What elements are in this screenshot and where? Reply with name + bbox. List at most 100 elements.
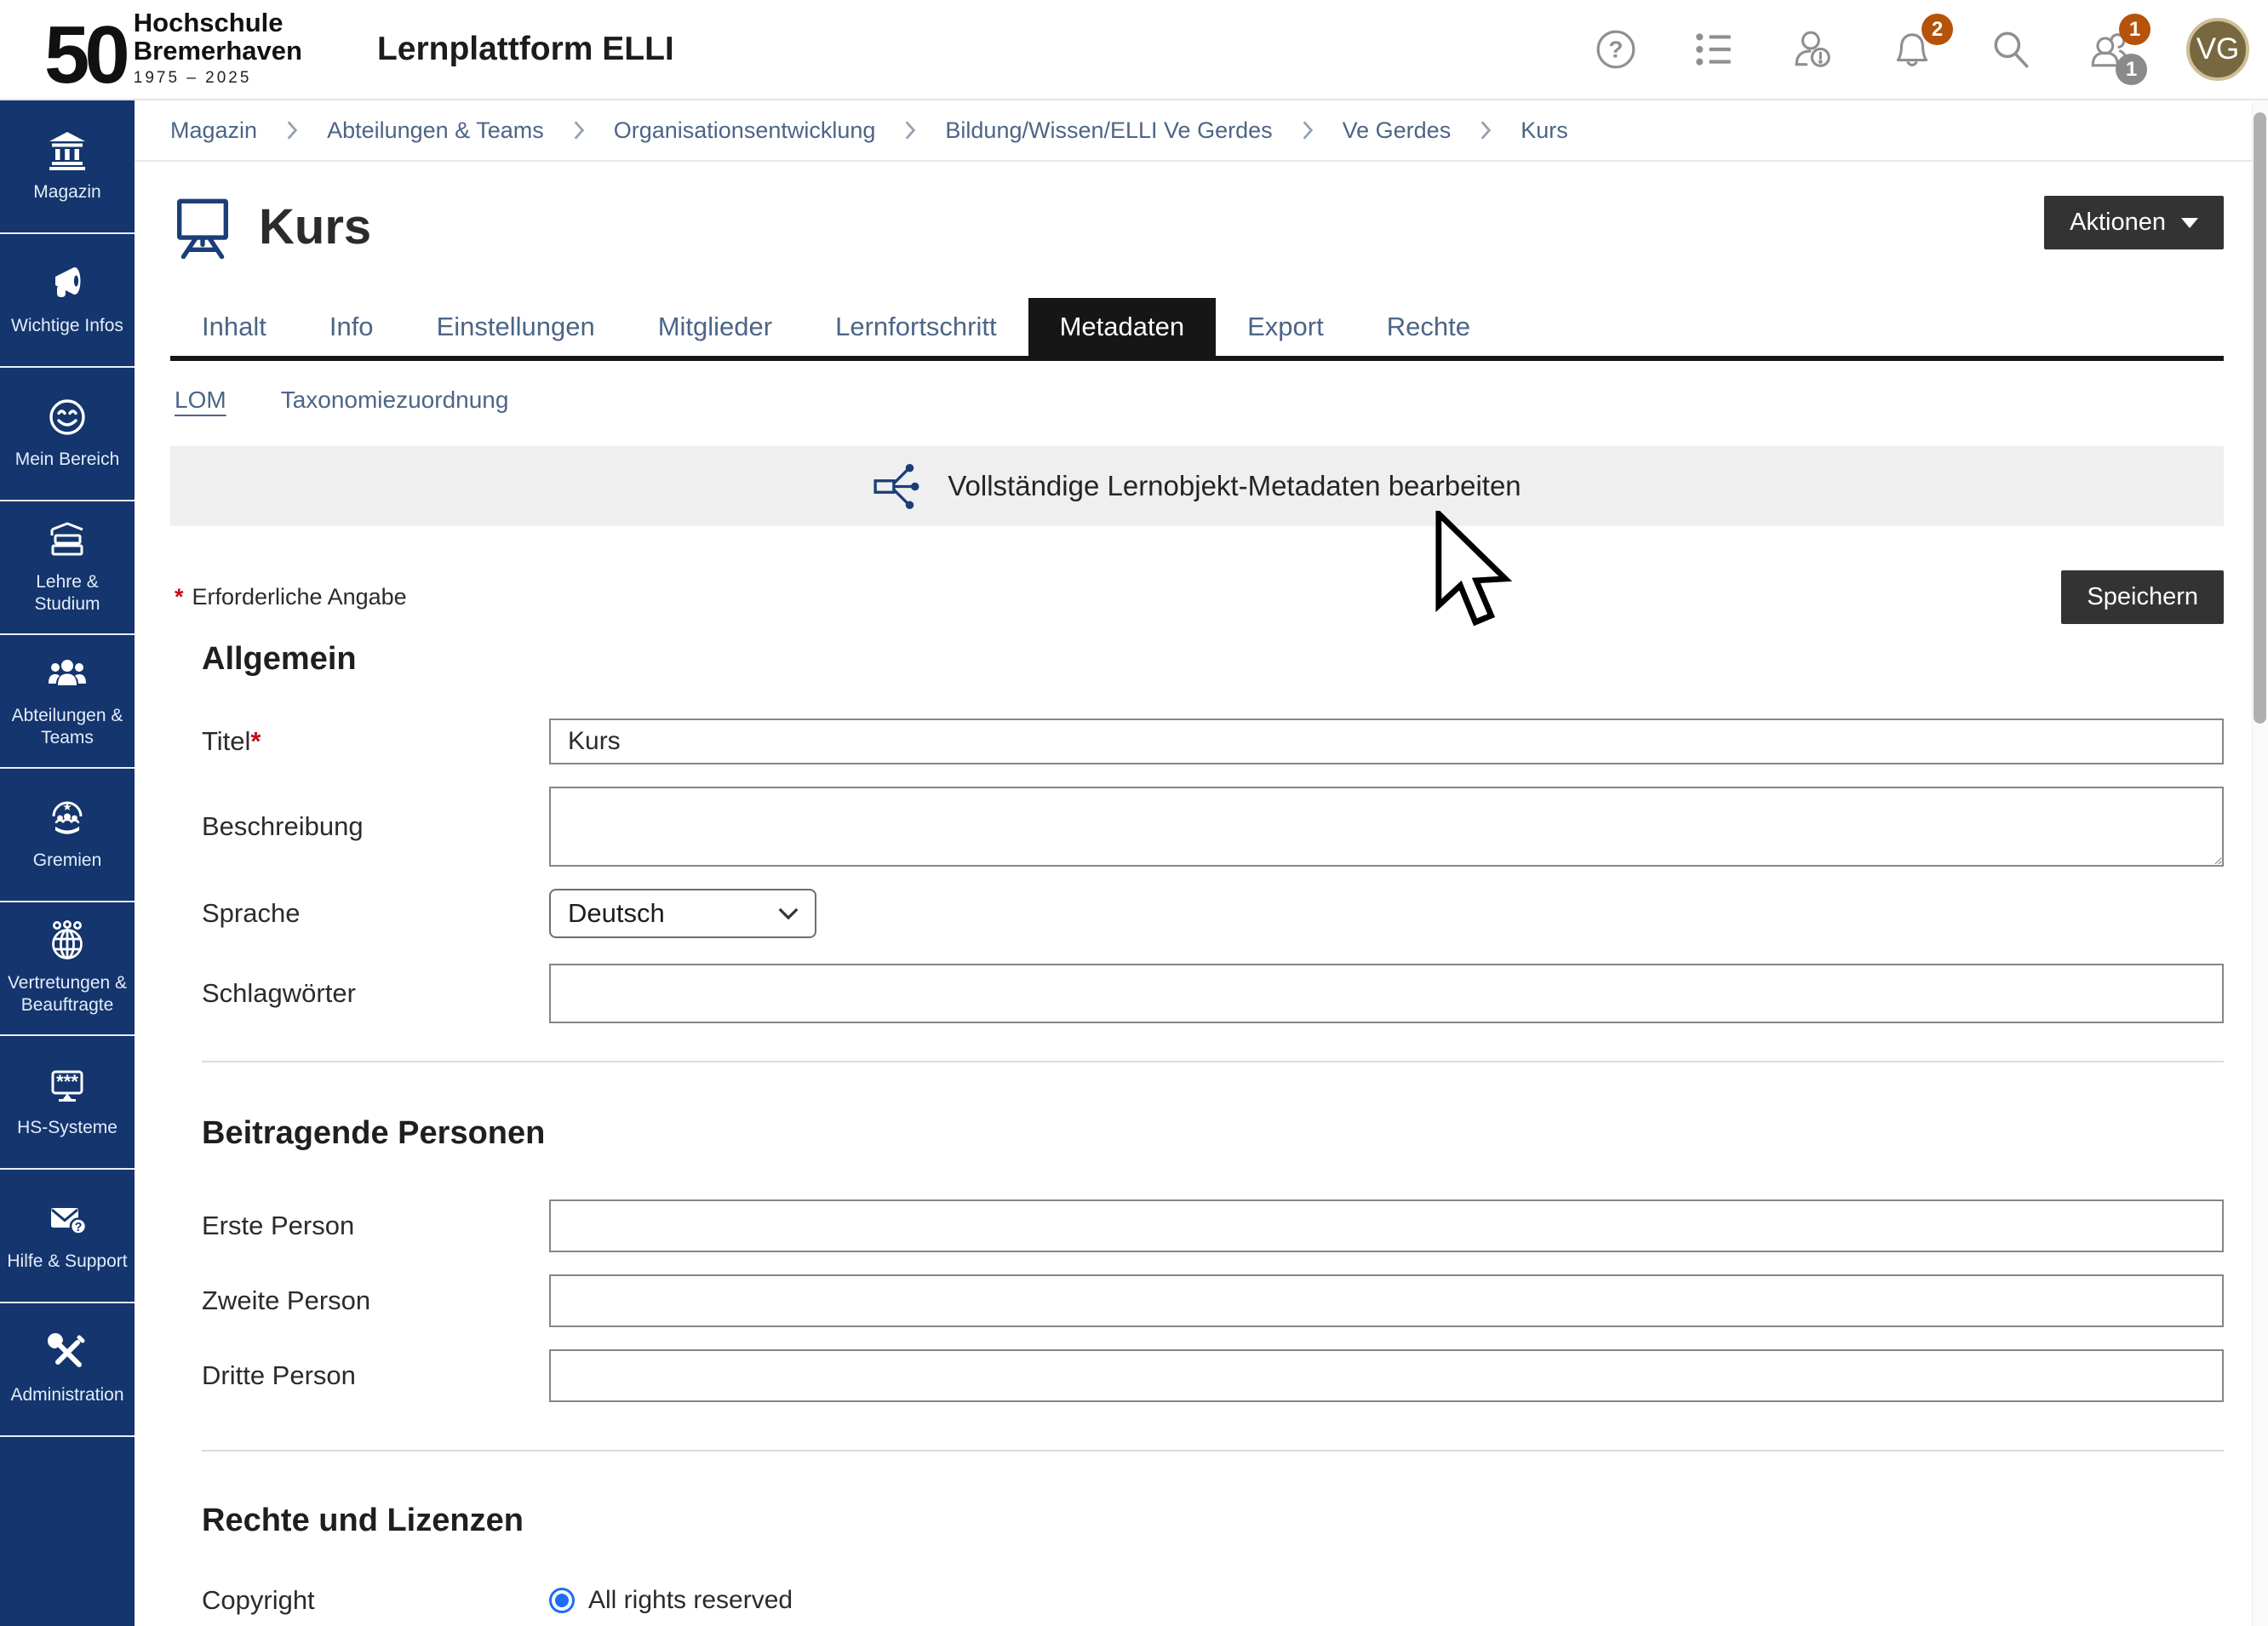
chevron-right-icon [1478,119,1493,141]
monitor-icon: *** [47,1065,88,1106]
sidebar-item-magazin[interactable]: Magazin [0,100,135,234]
caret-down-icon [2181,218,2198,228]
logo-name-line1: Hochschule [134,9,302,37]
sidebar-item-hs-systeme[interactable]: *** HS-Systeme [0,1036,135,1170]
beschreibung-textarea[interactable] [549,787,2224,867]
breadcrumb: Magazin Abteilungen & Teams Organisation… [135,100,2268,162]
sidebar-item-vertretungen-beauftragte[interactable]: Vertretungen & Beauftragte [0,902,135,1036]
breadcrumb-link-current[interactable]: Kurs [1521,117,1568,144]
chevron-down-icon [777,906,799,921]
field-label-beschreibung: Beschreibung [202,811,549,842]
section-title-rechte: Rechte und Lizenzen [202,1503,2224,1539]
tab-metadaten[interactable]: Metadaten [1028,298,1217,356]
svg-text:?: ? [1608,36,1623,62]
people-group-icon [47,653,88,694]
svg-text:?: ? [75,1221,83,1234]
sidebar-item-administration[interactable]: Administration [0,1303,135,1437]
chevron-right-icon [902,119,918,141]
main-sidebar: Magazin Wichtige Infos Mein Bereich Lehr… [0,100,135,1626]
search-icon[interactable] [1989,27,2033,72]
subtab-lom[interactable]: LOM [175,386,226,414]
globe-people-icon [47,920,88,961]
schlagwoerter-input[interactable] [549,964,2224,1023]
scrollbar-thumb[interactable] [2254,112,2266,724]
chevron-right-icon [571,119,587,141]
breadcrumb-link[interactable]: Abteilungen & Teams [327,117,544,144]
copyright-radio-selected[interactable] [549,1588,575,1613]
field-label-titel: Titel* [202,726,549,757]
field-label-zweite-person: Zweite Person [202,1285,549,1316]
edit-full-metadata-button[interactable]: Vollständige Lernobjekt-Metadaten bearbe… [170,446,2224,526]
logo-50-text: 50 [44,22,125,89]
breadcrumb-link[interactable]: Organisationsentwicklung [614,117,876,144]
titel-input[interactable] [549,719,2224,764]
sidebar-item-mein-bereich[interactable]: Mein Bereich [0,368,135,501]
contacts-new-badge: 1 [2119,14,2151,45]
field-label-erste-person: Erste Person [202,1211,549,1241]
sidebar-item-hilfe-support[interactable]: ? Hilfe & Support [0,1170,135,1303]
top-header: 50 Hochschule Bremerhaven 1975 – 2025 Le… [0,0,2268,100]
help-icon[interactable]: ? [1594,27,1638,72]
notifications-bell-icon[interactable]: 2 [1890,27,1934,72]
required-asterisk: * [175,584,184,610]
user-awareness-icon[interactable] [1791,27,1836,72]
tab-inhalt[interactable]: Inhalt [170,298,298,356]
copyright-radio-label: All rights reserved [588,1586,793,1615]
bank-icon [47,129,88,170]
smiley-icon [47,397,88,438]
actions-button[interactable]: Aktionen [2044,196,2224,249]
contacts-total-badge: 1 [2116,54,2147,85]
breadcrumb-link[interactable]: Ve Gerdes [1343,117,1452,144]
tab-export[interactable]: Export [1216,298,1355,356]
sidebar-item-lehre-studium[interactable]: Lehre & Studium [0,501,135,635]
course-easel-icon [170,194,235,259]
tab-info[interactable]: Info [298,298,405,356]
field-label-sprache: Sprache [202,898,549,929]
tab-einstellungen[interactable]: Einstellungen [405,298,627,356]
app-title: Lernplattform ELLI [377,31,674,68]
envelope-question-icon: ? [47,1199,88,1240]
main-content: Magazin Abteilungen & Teams Organisation… [135,100,2268,1626]
tab-rechte[interactable]: Rechte [1355,298,1502,356]
chevron-right-icon [284,119,300,141]
erste-person-input[interactable] [549,1199,2224,1252]
tab-lernfortschritt[interactable]: Lernfortschritt [804,298,1028,356]
list-menu-icon[interactable] [1692,27,1737,72]
megaphone-icon [47,263,88,304]
subtab-taxonomiezuordnung[interactable]: Taxonomiezuordnung [281,386,509,414]
dritte-person-input[interactable] [549,1349,2224,1402]
field-label-copyright: Copyright [202,1585,549,1616]
zweite-person-input[interactable] [549,1274,2224,1327]
notifications-count-badge: 2 [1922,14,1953,45]
books-graduation-icon [47,519,88,560]
tab-bar: Inhalt Info Einstellungen Mitglieder Ler… [170,298,2224,361]
tab-mitglieder[interactable]: Mitglieder [627,298,804,356]
field-label-dritte-person: Dritte Person [202,1360,549,1391]
field-label-schlagwoerter: Schlagwörter [202,978,549,1009]
sidebar-item-gremien[interactable]: Gremien [0,769,135,902]
contacts-icon[interactable]: 1 1 [2088,27,2132,72]
metadata-form: Allgemein Titel* Beschreibung Sprache De… [170,641,2224,1616]
breadcrumb-link[interactable]: Bildung/Wissen/ELLI Ve Gerdes [945,117,1272,144]
section-divider [202,1061,2224,1062]
section-title-personen: Beitragende Personen [202,1115,2224,1152]
required-hint: *Erforderliche Angabe [170,584,407,610]
logo-name-line2: Bremerhaven [134,37,302,65]
subtab-bar: LOM Taxonomiezuordnung [170,386,2224,414]
share-nodes-icon [873,461,922,511]
edit-full-metadata-label: Vollständige Lernobjekt-Metadaten bearbe… [948,470,1521,502]
section-title-allgemein: Allgemein [202,641,2224,678]
scrollbar-track[interactable] [2252,102,2268,1626]
sprache-select[interactable]: Deutsch [549,889,816,938]
page-title: Kurs [259,198,371,255]
committee-icon [47,798,88,839]
sidebar-item-wichtige-infos[interactable]: Wichtige Infos [0,234,135,368]
university-logo: 50 Hochschule Bremerhaven 1975 – 2025 [44,9,302,89]
section-divider [202,1450,2224,1451]
breadcrumb-link[interactable]: Magazin [170,117,257,144]
svg-text:***: *** [56,1071,78,1092]
tools-icon [47,1332,88,1373]
user-avatar[interactable]: VG [2186,18,2249,81]
save-button[interactable]: Speichern [2061,570,2224,624]
sidebar-item-abteilungen-teams[interactable]: Abteilungen & Teams [0,635,135,769]
